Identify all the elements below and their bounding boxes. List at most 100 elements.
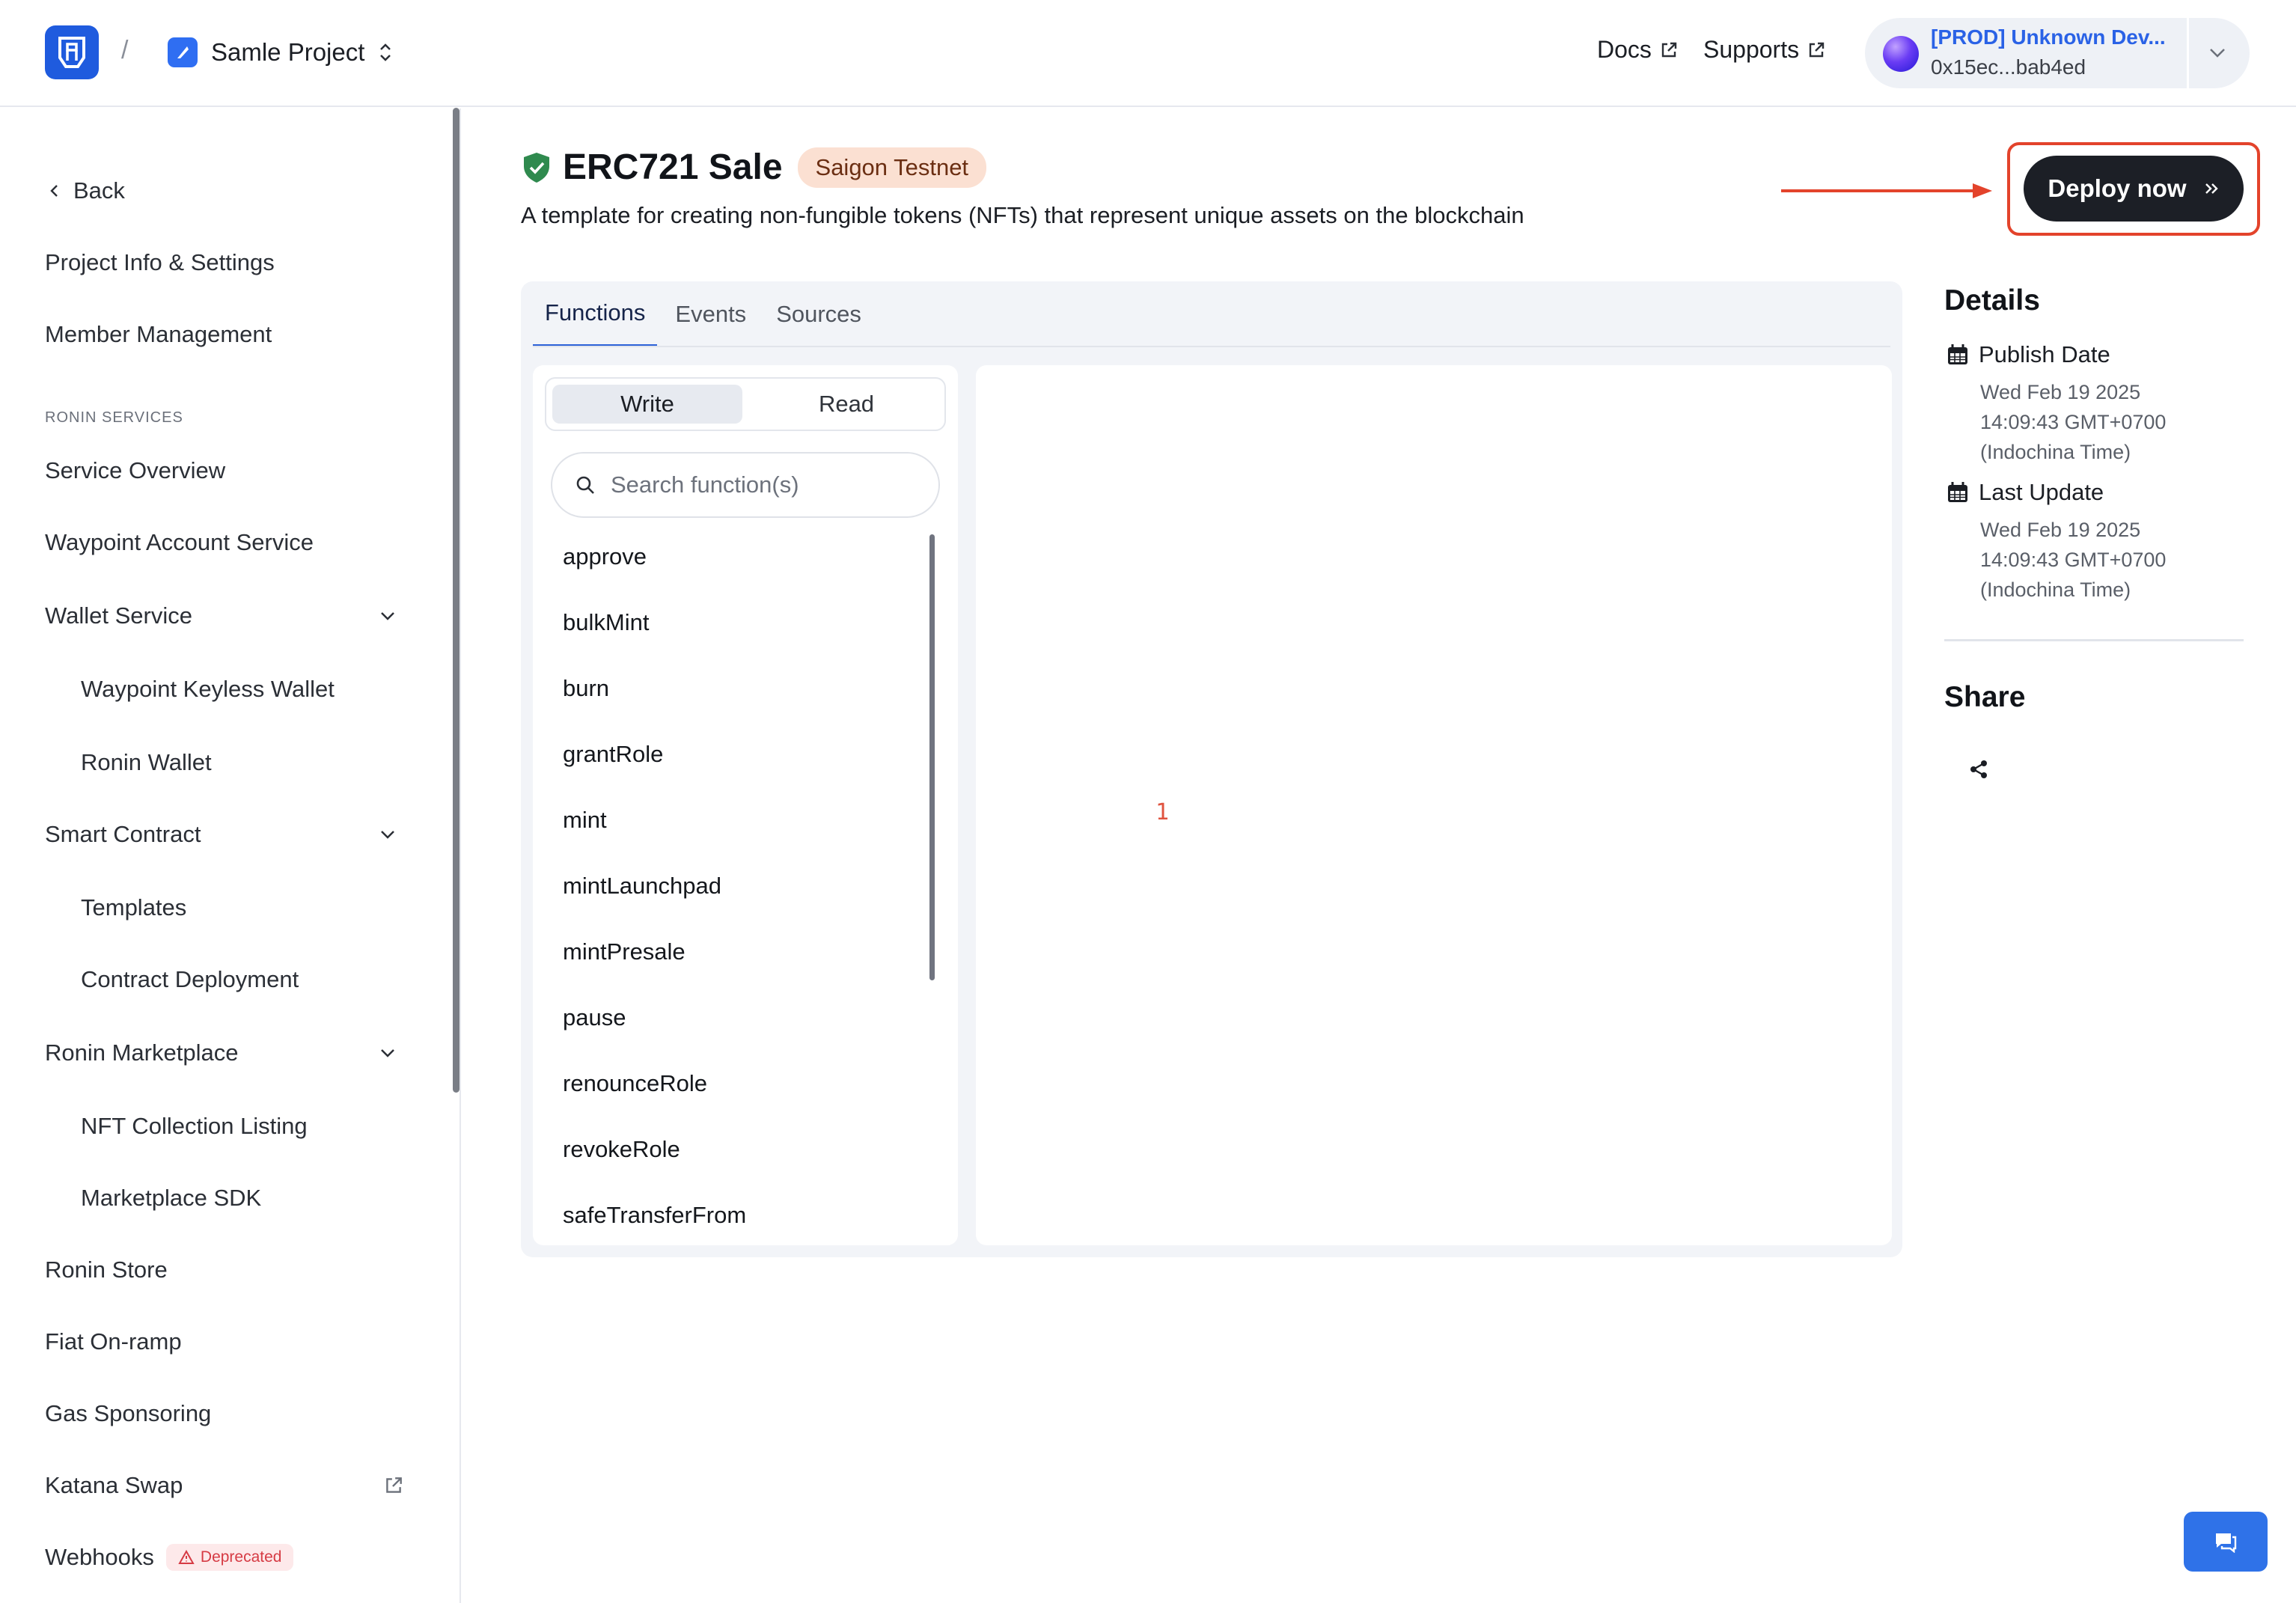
- ronin-logo-icon[interactable]: [45, 25, 99, 79]
- function-item-bulkmint[interactable]: bulkMint: [563, 606, 649, 639]
- chevron-left-icon: [50, 185, 58, 197]
- tab-events[interactable]: Events: [663, 281, 758, 347]
- tab-functions[interactable]: Functions: [533, 281, 658, 347]
- calendar-icon: [1948, 344, 1967, 364]
- sidebar-item-katana-swap[interactable]: Katana Swap: [45, 1469, 183, 1502]
- sidebar-item-webhooks-label: Webhooks: [45, 1544, 154, 1570]
- last-update-line-1: Wed Feb 19 2025: [1980, 519, 2141, 541]
- external-link-icon: [1661, 42, 1677, 57]
- deploy-now-button[interactable]: Deploy now: [2024, 156, 2244, 222]
- publish-date-label: Publish Date: [1946, 341, 2110, 368]
- details-divider: [1944, 639, 2244, 641]
- double-chevron-right-icon: [2205, 183, 2218, 194]
- verified-shield-icon: [524, 152, 549, 183]
- external-link-icon: [1809, 42, 1825, 57]
- publish-date-line-1: Wed Feb 19 2025: [1980, 381, 2141, 403]
- supports-label: Supports: [1703, 36, 1800, 63]
- project-switcher[interactable]: Samle Project: [168, 34, 393, 70]
- function-item-pause[interactable]: pause: [563, 1001, 626, 1034]
- sidebar-item-waypoint-account[interactable]: Waypoint Account Service: [45, 526, 314, 559]
- docs-link[interactable]: Docs: [1597, 36, 1679, 64]
- sidebar-item-project-info[interactable]: Project Info & Settings: [45, 246, 275, 279]
- deploy-now-label: Deploy now: [2048, 174, 2187, 202]
- mode-write-button[interactable]: Write: [552, 385, 742, 424]
- page-title: ERC721 Sale: [563, 147, 783, 187]
- top-bar: / Samle Project Docs Supports [PROD] Unk…: [0, 0, 2296, 107]
- sidebar-item-gas-sponsoring[interactable]: Gas Sponsoring: [45, 1397, 211, 1430]
- function-item-grantrole[interactable]: grantRole: [563, 738, 663, 771]
- supports-link[interactable]: Supports: [1703, 36, 1826, 64]
- search-icon: [576, 476, 594, 494]
- function-item-renouncerole[interactable]: renounceRole: [563, 1067, 707, 1100]
- search-input[interactable]: [611, 471, 925, 498]
- function-item-burn[interactable]: burn: [563, 672, 609, 705]
- share-icon: [1970, 760, 1987, 778]
- function-item-mint[interactable]: mint: [563, 804, 607, 837]
- chevron-down-icon[interactable]: [377, 608, 398, 623]
- chevron-up-down-icon: [380, 43, 391, 61]
- account-avatar: [1883, 36, 1919, 72]
- annotation-arrow: [1781, 183, 1992, 198]
- publish-date-line-3: (Indochina Time): [1980, 441, 2131, 463]
- docs-label: Docs: [1597, 36, 1652, 63]
- publish-date-text: Publish Date: [1979, 341, 2110, 367]
- chat-button[interactable]: [2184, 1512, 2268, 1572]
- function-item-mintpresale[interactable]: mintPresale: [563, 935, 686, 968]
- sidebar-item-webhooks[interactable]: Webhooks Deprecated: [45, 1541, 294, 1574]
- sidebar-item-fiat-onramp[interactable]: Fiat On-ramp: [45, 1325, 182, 1358]
- function-item-mintlaunchpad[interactable]: mintLaunchpad: [563, 870, 721, 903]
- calendar-icon: [1948, 482, 1967, 502]
- mode-read-button[interactable]: Read: [751, 385, 941, 424]
- function-search: [551, 452, 940, 518]
- sidebar-item-ronin-marketplace[interactable]: Ronin Marketplace: [45, 1036, 238, 1069]
- page-subtitle: A template for creating non-fungible tok…: [521, 202, 1524, 228]
- page-header: ERC721 Sale Saigon Testnet: [521, 147, 987, 188]
- sidebar-item-ronin-wallet[interactable]: Ronin Wallet: [81, 746, 212, 779]
- account-name: [PROD] Unknown Dev...: [1931, 25, 2166, 49]
- editor-line-number: 1: [1155, 799, 1170, 825]
- function-item-safetransferfrom[interactable]: safeTransferFrom: [563, 1199, 746, 1232]
- chevron-down-icon[interactable]: [377, 1045, 398, 1060]
- chevron-down-icon[interactable]: [2206, 43, 2229, 61]
- publish-date-line-2: 14:09:43 GMT+0700: [1980, 411, 2167, 433]
- tab-bar: Functions Events Sources: [533, 281, 879, 347]
- external-link-icon: [386, 1477, 402, 1493]
- sidebar-item-marketplace-sdk[interactable]: Marketplace SDK: [81, 1182, 261, 1215]
- last-update-line-2: 14:09:43 GMT+0700: [1980, 549, 2167, 571]
- last-update-label: Last Update: [1946, 479, 2104, 506]
- sidebar-item-service-overview[interactable]: Service Overview: [45, 454, 225, 487]
- deprecated-label: Deprecated: [200, 1548, 282, 1566]
- function-list: approve bulkMint burn grantRole mint min…: [533, 534, 937, 1245]
- project-icon: [168, 37, 198, 67]
- sidebar-item-ronin-store[interactable]: Ronin Store: [45, 1254, 168, 1286]
- last-update-text: Last Update: [1979, 479, 2104, 505]
- mode-toggle: Write Read: [545, 377, 946, 431]
- sidebar-item-contract-deployment[interactable]: Contract Deployment: [81, 963, 299, 996]
- sidebar-item-waypoint-keyless[interactable]: Waypoint Keyless Wallet: [81, 673, 335, 706]
- details-title: Details: [1944, 284, 2040, 317]
- sidebar-back-label: Back: [73, 177, 125, 204]
- function-item-revokerole[interactable]: revokeRole: [563, 1133, 680, 1166]
- sidebar-back[interactable]: Back: [45, 174, 125, 207]
- chat-icon: [2216, 1533, 2237, 1553]
- sidebar-scrollbar[interactable]: [453, 108, 459, 1093]
- project-name: Samle Project: [211, 38, 365, 66]
- sidebar-item-member-management[interactable]: Member Management: [45, 318, 272, 351]
- sidebar-item-wallet-service[interactable]: Wallet Service: [45, 599, 192, 632]
- sidebar-item-nft-collection-listing[interactable]: NFT Collection Listing: [81, 1110, 308, 1143]
- tab-sources[interactable]: Sources: [764, 281, 873, 347]
- breadcrumb-separator: /: [121, 36, 129, 64]
- sidebar-item-templates[interactable]: Templates: [81, 891, 186, 924]
- code-editor[interactable]: 1: [976, 365, 1892, 1245]
- share-button[interactable]: [1965, 756, 1992, 783]
- function-item-approve[interactable]: approve: [563, 540, 647, 573]
- account-switcher[interactable]: [PROD] Unknown Dev... 0x15ec...bab4ed: [1865, 18, 2250, 88]
- functions-card: Write Read approve bulkMint burn grantRo…: [533, 365, 958, 1245]
- function-list-scrollbar[interactable]: [929, 534, 935, 980]
- contract-panel: Functions Events Sources Write Read appr…: [521, 281, 1902, 1257]
- chevron-down-icon[interactable]: [377, 827, 398, 842]
- deprecated-badge: Deprecated: [165, 1544, 294, 1571]
- network-badge: Saigon Testnet: [797, 147, 987, 188]
- sidebar: Back Project Info & Settings Member Mana…: [0, 109, 461, 1603]
- sidebar-item-smart-contract[interactable]: Smart Contract: [45, 818, 201, 851]
